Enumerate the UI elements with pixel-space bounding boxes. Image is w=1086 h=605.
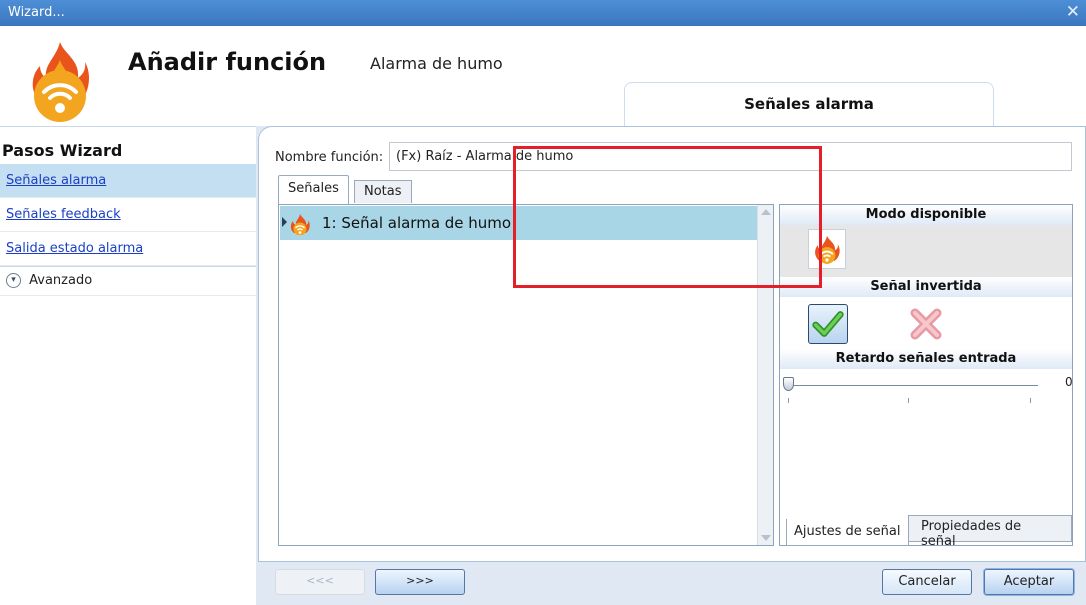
function-name-label: Nombre función: (275, 150, 384, 165)
previous-button[interactable]: <<< (275, 569, 365, 595)
mode-header: Modo disponible (780, 205, 1072, 225)
slider-tick (1030, 398, 1031, 403)
checkmark-icon (812, 311, 844, 337)
chevron-down-circle-icon[interactable]: ▾ (6, 273, 21, 288)
delay-slider-track[interactable] (788, 385, 1038, 386)
tab-senales[interactable]: Señales (278, 175, 349, 205)
window-title: Wizard... (8, 5, 65, 20)
highlight-box (513, 146, 822, 288)
sidebar-item-senales-alarma[interactable]: Señales alarma (0, 164, 256, 198)
flame-wifi-icon (32, 42, 90, 122)
cancel-button[interactable]: Cancelar (882, 569, 972, 595)
wizard-steps-sidebar: Pasos Wizard Señales alarma Señales feed… (0, 126, 256, 605)
delay-slider-thumb[interactable] (783, 377, 794, 391)
current-step-tab: Señales alarma (624, 82, 994, 126)
tab-notas[interactable]: Notas (354, 180, 412, 203)
sidebar-link[interactable]: Salida estado alarma (6, 241, 143, 256)
sidebar-title: Pasos Wizard (2, 141, 123, 160)
signal-label: 1: Señal alarma de humo (322, 214, 512, 232)
signal-settings-panel: Modo disponible Señal invertida Retardo … (779, 204, 1073, 549)
cross-icon (910, 308, 942, 340)
close-icon[interactable]: ✕ (1066, 2, 1080, 22)
scroll-down-icon[interactable] (761, 535, 771, 541)
sidebar-item-salida-estado-alarma[interactable]: Salida estado alarma (0, 232, 256, 266)
next-button[interactable]: >>> (375, 569, 465, 595)
tab-propiedades-de-senal[interactable]: Propiedades de señal (908, 515, 1072, 549)
page-subtitle: Alarma de humo (370, 54, 503, 73)
sidebar-link[interactable]: Señales alarma (6, 173, 106, 188)
advanced-label: Avanzado (29, 273, 93, 288)
inverted-yes-button[interactable] (808, 304, 848, 344)
inverted-header: Señal invertida (780, 277, 1072, 297)
page-title: Añadir función (128, 48, 327, 76)
sidebar-advanced-toggle[interactable]: ▾ Avanzado (0, 266, 256, 296)
accept-button[interactable]: Aceptar (984, 569, 1074, 595)
row-pointer-icon (282, 217, 287, 227)
flame-wifi-icon (290, 214, 310, 235)
slider-tick (788, 398, 789, 403)
delay-value: 0 (1065, 375, 1073, 389)
inverted-no-button[interactable] (906, 304, 946, 344)
delay-header: Retardo señales entrada (780, 349, 1072, 369)
sidebar-item-senales-feedback[interactable]: Señales feedback (0, 198, 256, 232)
window-titlebar: Wizard... ✕ (0, 0, 1086, 26)
sidebar-link[interactable]: Señales feedback (6, 207, 121, 222)
tab-ajustes-de-senal[interactable]: Ajustes de señal (786, 519, 909, 546)
slider-tick (908, 398, 909, 403)
